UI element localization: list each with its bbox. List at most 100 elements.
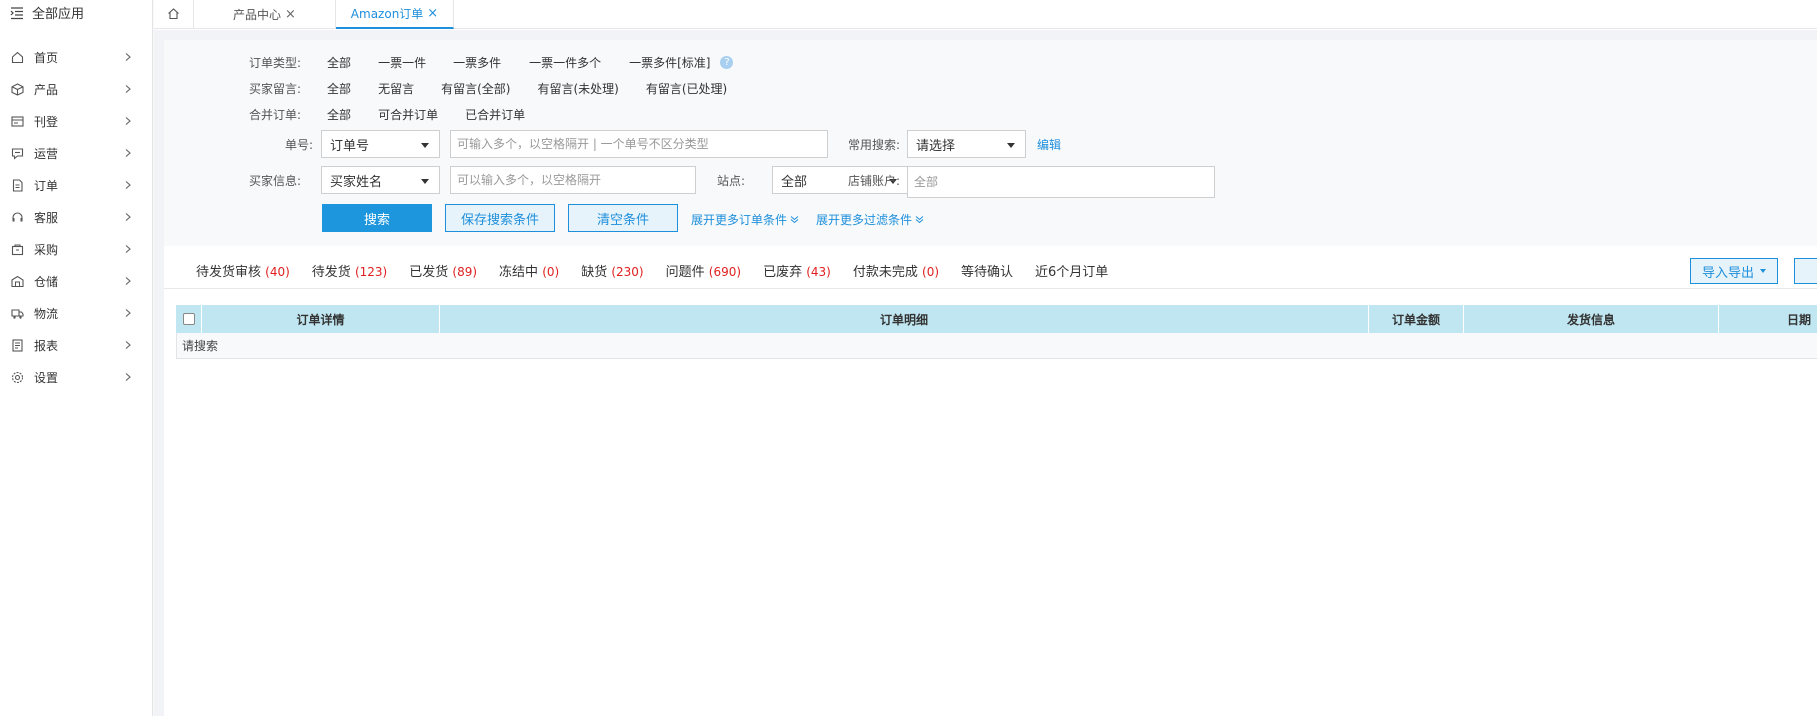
buyer-message-label: 买家留言: <box>249 82 302 96</box>
chevron-right-icon <box>124 149 132 157</box>
sidebar-item-publish[interactable]: 刊登 <box>0 105 152 137</box>
buyer-info-input[interactable] <box>450 166 696 194</box>
import-export-button[interactable]: 导入导出 <box>1690 258 1778 284</box>
order-no-type-select[interactable]: 订单号 <box>321 130 440 158</box>
status-tab-label: 已发货 <box>409 265 449 280</box>
chat-icon <box>10 146 24 160</box>
sidebar-item-label: 刊登 <box>34 114 59 129</box>
order-no-label: 单号: <box>285 137 314 152</box>
buyer-message-option[interactable]: 有留言(已处理) <box>646 80 727 97</box>
status-tab[interactable]: 待发货 (123) <box>312 261 387 280</box>
select-all-checkbox[interactable] <box>182 313 195 325</box>
tab-amazon-orders[interactable]: Amazon订单 × <box>336 0 454 29</box>
order-type-option[interactable]: 一票多件 <box>453 54 501 71</box>
sidebar-item-service[interactable]: 客服 <box>0 201 152 233</box>
double-chevron-down-icon <box>790 215 799 224</box>
status-tab[interactable]: 缺货 (230) <box>581 261 643 280</box>
sidebar-item-order[interactable]: 订单 <box>0 169 152 201</box>
status-tab[interactable]: 待发货审核 (40) <box>196 261 290 280</box>
sidebar-item-settings[interactable]: 设置 <box>0 361 152 393</box>
tab-home[interactable] <box>154 0 194 29</box>
clear-conditions-button[interactable]: 清空条件 <box>568 204 678 232</box>
tab-product-center[interactable]: 产品中心 × <box>194 0 336 29</box>
expand-filter-conditions-label: 展开更多过滤条件 <box>816 213 913 227</box>
chevron-right-icon <box>124 341 132 349</box>
order-type-row: 订单类型: 全部 一票一件 一票多件 一票一件多个 一票多件[标准] ? <box>249 54 734 71</box>
status-tab[interactable]: 近6个月订单 <box>1035 261 1108 280</box>
merge-order-label: 合并订单: <box>249 108 302 122</box>
import-export-label: 导入导出 <box>1701 265 1754 281</box>
close-icon[interactable]: × <box>285 7 296 22</box>
shop-account-input[interactable] <box>907 166 1215 198</box>
gear-icon <box>10 370 24 384</box>
status-tab[interactable]: 付款未完成 (0) <box>853 261 939 280</box>
sidebar-item-label: 物流 <box>34 306 59 321</box>
sidebar-item-label: 仓储 <box>34 274 59 289</box>
merge-order-option[interactable]: 可合并订单 <box>378 106 438 123</box>
status-tab[interactable]: 问题件 (690) <box>666 261 741 280</box>
order-type-option[interactable]: 一票多件[标准] <box>629 54 710 71</box>
order-no-input[interactable] <box>450 130 828 158</box>
select-all-cell <box>176 305 202 333</box>
status-tab-count: (40) <box>265 265 290 279</box>
common-search-label-wrap: 常用搜索: <box>848 130 900 158</box>
search-button[interactable]: 搜索 <box>322 204 432 232</box>
home-icon <box>10 50 24 64</box>
chevron-right-icon <box>124 53 132 61</box>
status-tab[interactable]: 已发货 (89) <box>409 261 477 280</box>
buyer-info-value: 买家姓名 <box>330 174 383 190</box>
empty-hint: 请搜索 <box>182 339 219 353</box>
column-header[interactable]: 订单明细 <box>440 305 1369 333</box>
column-header[interactable]: 发货信息 <box>1464 305 1719 333</box>
home-icon <box>167 7 180 23</box>
buyer-message-option[interactable]: 全部 <box>327 80 351 97</box>
sidebar-item-purchase[interactable]: 采购 <box>0 233 152 265</box>
status-tab[interactable]: 冻结中 (0) <box>499 261 559 280</box>
sidebar-item-warehouse[interactable]: 仓储 <box>0 265 152 297</box>
sidebar-item-home[interactable]: 首页 <box>0 41 152 73</box>
expand-filter-conditions-link[interactable]: 展开更多过滤条件 <box>816 211 924 228</box>
warehouse-icon <box>10 274 24 288</box>
status-tab[interactable]: 已废弃 (43) <box>763 261 831 280</box>
all-apps-header[interactable]: 全部应用 <box>0 0 152 25</box>
close-icon[interactable]: × <box>427 6 438 21</box>
expand-order-conditions-link[interactable]: 展开更多订单条件 <box>691 211 799 228</box>
chevron-right-icon <box>124 309 132 317</box>
sidebar-item-operation[interactable]: 运营 <box>0 137 152 169</box>
sidebar-item-label: 报表 <box>34 338 59 353</box>
column-header[interactable]: 订单金额 <box>1369 305 1464 333</box>
status-tab-count: (43) <box>806 265 831 279</box>
sidebar-item-label: 首页 <box>34 50 59 65</box>
sidebar-item-label: 设置 <box>34 370 59 385</box>
tab-label: 产品中心 <box>233 8 282 22</box>
status-tab[interactable]: 等待确认 <box>961 261 1013 280</box>
buyer-message-option[interactable]: 有留言(未处理) <box>537 80 618 97</box>
status-tab-count: (690) <box>708 265 742 279</box>
column-header[interactable]: 订单详情 <box>202 305 440 333</box>
sidebar-item-label: 订单 <box>34 178 59 193</box>
order-type-option[interactable]: 全部 <box>327 54 351 71</box>
sidebar-item-report[interactable]: 报表 <box>0 329 152 361</box>
help-icon[interactable]: ? <box>720 56 734 69</box>
order-type-option[interactable]: 一票一件多个 <box>529 54 601 71</box>
order-type-option[interactable]: 一票一件 <box>378 54 426 71</box>
common-search-label: 常用搜索: <box>848 137 901 152</box>
sidebar-item-logistics[interactable]: 物流 <box>0 297 152 329</box>
status-tab-count: (0) <box>542 265 560 279</box>
save-search-button[interactable]: 保存搜索条件 <box>445 204 555 232</box>
common-search-select[interactable]: 请选择 <box>907 130 1026 158</box>
sidebar-item-product[interactable]: 产品 <box>0 73 152 105</box>
tab-bar: 产品中心 × Amazon订单 × <box>154 0 1817 29</box>
purchase-icon <box>10 242 24 256</box>
buyer-message-option[interactable]: 无留言 <box>378 80 414 97</box>
buyer-info-select[interactable]: 买家姓名 <box>321 166 440 194</box>
merge-order-option[interactable]: 全部 <box>327 106 351 123</box>
status-tab-label: 缺货 <box>581 265 608 280</box>
column-header[interactable]: 日期 <box>1719 305 1817 333</box>
merge-order-row: 合并订单: 全部 可合并订单 已合并订单 <box>249 106 525 123</box>
buyer-message-option[interactable]: 有留言(全部) <box>441 80 510 97</box>
more-actions-button[interactable] <box>1794 258 1817 284</box>
status-tab-label: 问题件 <box>665 265 705 280</box>
merge-order-option[interactable]: 已合并订单 <box>465 106 525 123</box>
edit-link[interactable]: 编辑 <box>1037 136 1061 153</box>
